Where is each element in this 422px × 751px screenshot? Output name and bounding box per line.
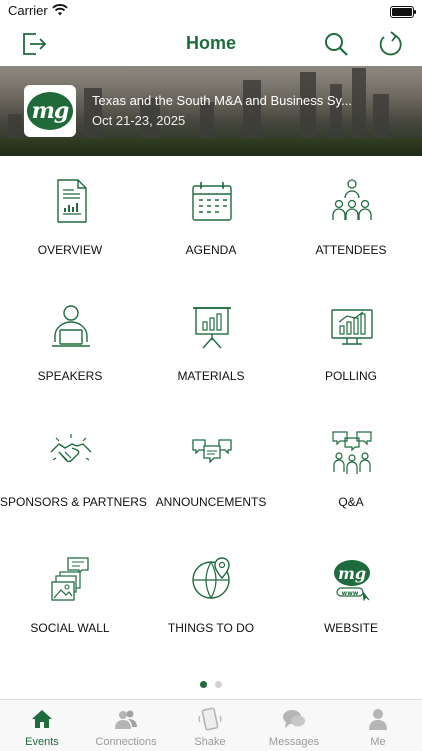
shake-phone-icon [198, 707, 222, 731]
tile-sponsors-partners[interactable]: SPONSORS & PARTNERS [0, 422, 147, 532]
person-icon [366, 707, 390, 731]
speaker-laptop-icon [50, 304, 92, 350]
tab-label: Events [25, 736, 59, 748]
tile-label: POLLING [324, 369, 378, 383]
tab-label: Connections [95, 736, 157, 748]
tile-agenda[interactable]: AGENDA [141, 170, 281, 280]
tile-label: WEBSITE [323, 621, 378, 635]
tab-label: Shake [194, 736, 226, 748]
tab-messages[interactable]: Messages [252, 700, 336, 751]
page-indicator[interactable] [0, 681, 422, 688]
page-dot-active[interactable] [200, 681, 207, 688]
tile-label: OVERVIEW [37, 243, 103, 257]
status-bar: Carrier [0, 0, 422, 22]
home-icon [30, 707, 54, 731]
event-logo: mg [24, 85, 76, 137]
tab-bar: Events Connections Shake Messages Me [0, 699, 422, 751]
document-chart-icon [50, 178, 92, 224]
carrier-label: Carrier [8, 3, 48, 18]
messages-icon [282, 707, 306, 731]
tile-label: SPEAKERS [37, 369, 103, 383]
search-icon [325, 33, 348, 56]
website-logo-icon: mg www [331, 556, 373, 602]
page-title: Home [185, 33, 236, 53]
tile-overview[interactable]: OVERVIEW [0, 170, 140, 280]
tile-materials[interactable]: MATERIALS [141, 296, 281, 406]
svg-text:www: www [342, 590, 359, 597]
tab-shake[interactable]: Shake [168, 700, 252, 751]
tile-label: MATERIALS [177, 369, 245, 383]
people-group-icon [331, 178, 373, 224]
page-dot[interactable] [215, 681, 222, 688]
tile-speakers[interactable]: SPEAKERS [0, 296, 140, 406]
tile-announcements[interactable]: ANNOUNCEMENTS [141, 422, 281, 532]
tab-events[interactable]: Events [0, 700, 84, 751]
navigation-bar: Home [0, 22, 422, 66]
tile-label: ANNOUNCEMENTS [155, 495, 267, 509]
tab-connections[interactable]: Connections [84, 700, 168, 751]
handshake-icon [50, 430, 92, 476]
event-title[interactable]: Texas and the South M&A and Business Sy.… [92, 93, 360, 108]
svg-text:mg: mg [338, 564, 366, 583]
presentation-board-icon [191, 304, 233, 350]
tile-website[interactable]: mg www WEBSITE [281, 548, 421, 658]
refresh-button[interactable] [374, 28, 406, 60]
tab-me[interactable]: Me [336, 700, 420, 751]
group-discussion-icon [331, 430, 373, 476]
tile-things-to-do[interactable]: THINGS TO DO [141, 548, 281, 658]
globe-pin-icon [191, 556, 233, 602]
monitor-chart-icon [331, 304, 373, 350]
tile-label: AGENDA [185, 243, 237, 257]
tile-q-and-a[interactable]: Q&A [281, 422, 421, 532]
search-button[interactable] [320, 28, 352, 60]
tile-label: ATTENDEES [315, 243, 387, 257]
battery-icon [390, 6, 416, 18]
tile-label: SPONSORS & PARTNERS [0, 495, 147, 509]
tile-attendees[interactable]: ATTENDEES [281, 170, 421, 280]
logo-mark: mg [27, 92, 73, 130]
refresh-icon [379, 31, 402, 56]
speech-bubbles-icon [191, 430, 233, 476]
tile-social-wall[interactable]: SOCIAL WALL [0, 548, 140, 658]
calendar-icon [191, 178, 233, 224]
wifi-icon [52, 3, 68, 21]
tile-label: Q&A [338, 495, 364, 509]
event-date: Oct 21-23, 2025 [92, 113, 186, 128]
tab-label: Me [370, 736, 386, 748]
tile-label: SOCIAL WALL [30, 621, 110, 635]
photos-chat-icon [50, 556, 92, 602]
tile-polling[interactable]: POLLING [281, 296, 421, 406]
connections-icon [114, 707, 138, 731]
tile-label: THINGS TO DO [167, 621, 255, 635]
tab-label: Messages [268, 736, 320, 748]
